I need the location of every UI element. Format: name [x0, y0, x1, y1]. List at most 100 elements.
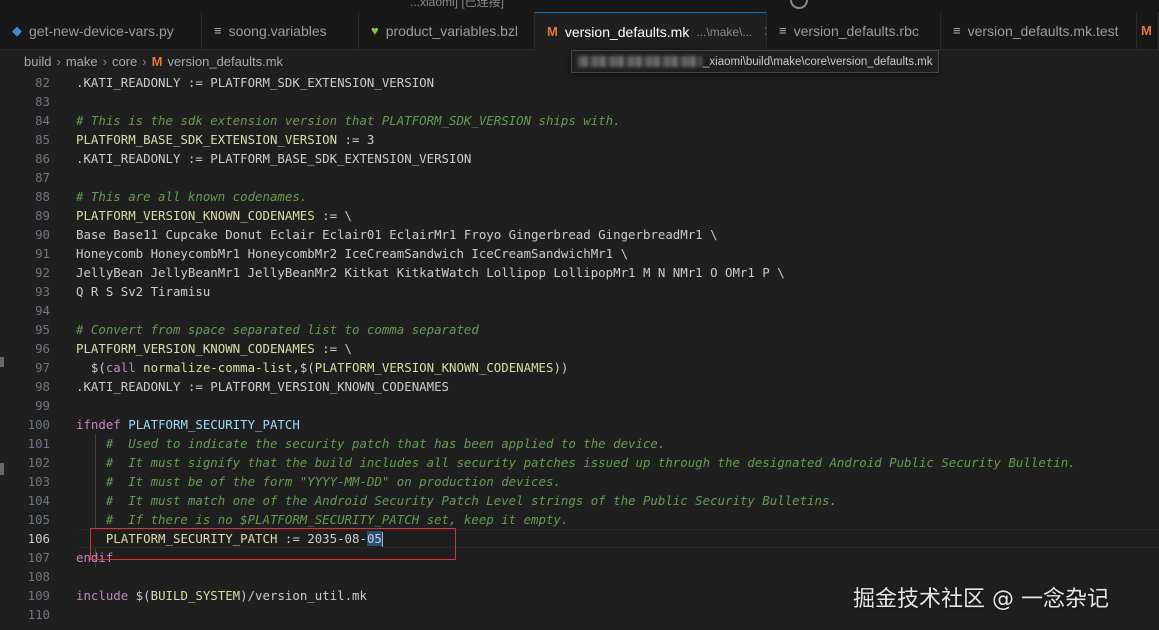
tab-label: product_variables.bzl	[385, 22, 519, 39]
code-token: .KATI_READONLY := PLATFORM_BASE_SDK_EXTE…	[76, 151, 472, 166]
title-bar: ...xiaomi] [已连接]	[0, 0, 1159, 12]
code-line[interactable]: 85 PLATFORM_BASE_SDK_EXTENSION_VERSION :=…	[0, 130, 1159, 149]
tab-label: version_defaults.rbc	[793, 22, 919, 39]
code-line[interactable]: 94	[0, 301, 1159, 320]
code-token: normalize-comma-list	[143, 360, 293, 375]
tab-label: version_defaults.mk	[564, 23, 690, 40]
line-number: 107	[27, 550, 50, 565]
code-comment: # It must signify that the build include…	[76, 455, 1076, 470]
breadcrumb-make[interactable]: make	[66, 54, 98, 69]
code-token: := \	[314, 341, 353, 356]
makefile-icon: M	[151, 53, 163, 69]
code-token: := \	[314, 208, 353, 223]
code-text: ifndef PLATFORM_SECURITY_PATCH	[76, 415, 300, 434]
line-number: 95	[35, 322, 50, 337]
line-number: 82	[35, 75, 50, 90]
tab-get-new-device-vars[interactable]: ◆ get-new-device-vars.py	[0, 12, 202, 49]
code-line[interactable]: 93 Q R S Sv2 Tiramisu	[0, 282, 1159, 301]
code-keyword: ifndef	[76, 417, 121, 432]
code-token: PLATFORM_VERSION_KNOWN_CODENAMES	[76, 341, 315, 356]
breadcrumb-core[interactable]: core	[112, 54, 137, 69]
code-text: Honeycomb HoneycombMr1 HoneycombMr2 IceC…	[76, 244, 628, 263]
heart-icon: ♥	[371, 23, 379, 38]
tab-label: soong.variables	[228, 22, 327, 39]
code-line[interactable]: 92 JellyBean JellyBeanMr1 JellyBeanMr2 Ki…	[0, 263, 1159, 282]
line-number: 103	[27, 474, 50, 489]
code-token: $(	[128, 588, 151, 603]
line-number: 97	[35, 360, 50, 375]
line-number: 85	[35, 132, 50, 147]
code-line[interactable]: 86 .KATI_READONLY := PLATFORM_BASE_SDK_EX…	[0, 149, 1159, 168]
tab-version-defaults-rbc[interactable]: ≡ version_defaults.rbc	[767, 12, 941, 49]
line-number: 88	[35, 189, 50, 204]
code-text: .KATI_READONLY := PLATFORM_SDK_EXTENSION…	[76, 73, 434, 92]
chevron-right-icon: ›	[56, 53, 61, 69]
breadcrumb-build[interactable]: build	[24, 54, 51, 69]
code-line[interactable]: 89 PLATFORM_VERSION_KNOWN_CODENAMES := \	[0, 206, 1159, 225]
highlight-annotation	[90, 528, 456, 560]
code-text: PLATFORM_VERSION_KNOWN_CODENAMES := \	[76, 339, 352, 358]
code-text: include $(BUILD_SYSTEM)/version_util.mk	[76, 586, 367, 605]
code-token: JellyBean JellyBeanMr1 JellyBeanMr2 Kitk…	[76, 265, 785, 280]
code-text: # Convert from space separated list to c…	[76, 320, 479, 339]
code-line[interactable]: 82 .KATI_READONLY := PLATFORM_SDK_EXTENSI…	[0, 73, 1159, 92]
code-line[interactable]: 105 # If there is no $PLATFORM_SECURITY_…	[0, 510, 1159, 529]
tab-version-defaults-mk[interactable]: M version_defaults.mk ...\make\... ✕	[535, 12, 767, 50]
code-line[interactable]: 98 .KATI_READONLY := PLATFORM_VERSION_KNO…	[0, 377, 1159, 396]
code-text: $(call normalize-comma-list,$(PLATFORM_V…	[76, 358, 568, 377]
account-icon[interactable]	[790, 0, 808, 9]
code-token: )/version_util.mk	[240, 588, 367, 603]
code-token: BUILD_SYSTEM	[150, 588, 241, 603]
code-line[interactable]: 96 PLATFORM_VERSION_KNOWN_CODENAMES := \	[0, 339, 1159, 358]
line-number: 86	[35, 151, 50, 166]
line-number: 98	[35, 379, 50, 394]
code-line[interactable]: 99	[0, 396, 1159, 415]
code-token: Base Base11 Cupcake Donut Eclair Eclair0…	[76, 227, 718, 242]
code-token: PLATFORM_VERSION_KNOWN_CODENAMES	[314, 360, 554, 375]
code-line[interactable]: 103 # It must be of the form "YYYY-MM-DD…	[0, 472, 1159, 491]
code-keyword: call	[105, 360, 136, 375]
makefile-icon: M	[1141, 23, 1152, 38]
breadcrumb-file[interactable]: version_defaults.mk	[167, 54, 283, 69]
code-token: Honeycomb HoneycombMr1 HoneycombMr2 IceC…	[76, 246, 629, 261]
code-comment: # It must be of the form "YYYY-MM-DD" on…	[76, 474, 561, 489]
line-number: 102	[27, 455, 50, 470]
code-line[interactable]: 97 $(call normalize-comma-list,$(PLATFOR…	[0, 358, 1159, 377]
code-text: PLATFORM_BASE_SDK_EXTENSION_VERSION := 3	[76, 130, 374, 149]
code-line[interactable]: 87	[0, 168, 1159, 187]
tab-version-defaults-mk-test[interactable]: ≡ version_defaults.mk.test	[941, 12, 1137, 49]
makefile-icon: M	[547, 24, 558, 39]
window-title: ...xiaomi] [已连接]	[410, 0, 505, 9]
python-icon: ◆	[12, 22, 22, 38]
tab-overflow[interactable]: M	[1137, 12, 1159, 49]
code-token: PLATFORM_VERSION_KNOWN_CODENAMES	[76, 208, 315, 223]
line-number: 89	[35, 208, 50, 223]
line-number: 91	[35, 246, 50, 261]
tab-soong-variables[interactable]: ≡ soong.variables	[202, 12, 359, 49]
line-number: 105	[27, 512, 50, 527]
lines-icon: ≡	[214, 23, 222, 38]
code-line[interactable]: 101 # Used to indicate the security patc…	[0, 434, 1159, 453]
code-line[interactable]: 83	[0, 92, 1159, 111]
tab-product-variables[interactable]: ♥ product_variables.bzl	[359, 12, 535, 49]
tab-label: version_defaults.mk.test	[967, 22, 1119, 39]
code-line[interactable]: 84 # This is the sdk extension version th…	[0, 111, 1159, 130]
code-line[interactable]: 102 # It must signify that the build inc…	[0, 453, 1159, 472]
path-tooltip: _xiaomi\build\make\core\version_defaults…	[571, 50, 940, 73]
code-line[interactable]: 88 # This are all known codenames.	[0, 187, 1159, 206]
code-line[interactable]: 95 # Convert from space separated list to…	[0, 320, 1159, 339]
code-line[interactable]: 91 Honeycomb HoneycombMr1 HoneycombMr2 Ic…	[0, 244, 1159, 263]
code-token: := 3	[337, 132, 375, 147]
code-token: PLATFORM_BASE_SDK_EXTENSION_VERSION	[76, 132, 338, 147]
tab-bar: ◆ get-new-device-vars.py ≡ soong.variabl…	[0, 12, 1159, 50]
line-number: 87	[35, 170, 50, 185]
code-line[interactable]: 90 Base Base11 Cupcake Donut Eclair Eclai…	[0, 225, 1159, 244]
code-line[interactable]: 104 # It must match one of the Android S…	[0, 491, 1159, 510]
code-text: JellyBean JellyBeanMr1 JellyBeanMr2 Kitk…	[76, 263, 785, 282]
code-text: # This are all known codenames.	[76, 187, 307, 206]
tab-label: get-new-device-vars.py	[29, 22, 174, 39]
code-line[interactable]: 100 ifndef PLATFORM_SECURITY_PATCH	[0, 415, 1159, 434]
line-number: 101	[27, 436, 50, 451]
line-number: 90	[35, 227, 50, 242]
code-token: .KATI_READONLY := PLATFORM_SDK_EXTENSION…	[76, 75, 435, 90]
